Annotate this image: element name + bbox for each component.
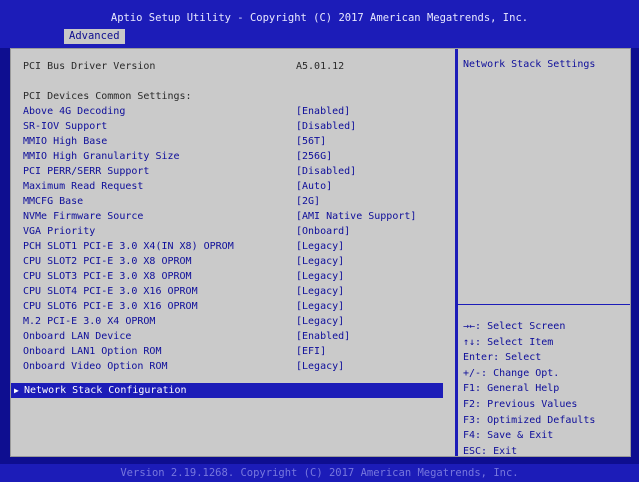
help-title: Network Stack Settings: [463, 59, 596, 70]
setting-row[interactable]: PCI PERR/SERR Support [Disabled]: [23, 164, 453, 179]
setting-value[interactable]: [Disabled]: [296, 164, 356, 179]
key-help-item: →←: Select Screen: [463, 321, 566, 332]
setting-value[interactable]: [2G]: [296, 194, 320, 209]
setting-label[interactable]: MMIO High Granularity Size: [23, 149, 180, 164]
setting-row[interactable]: NVMe Firmware Source [AMI Native Support…: [23, 209, 453, 224]
key-help-item: Enter: Select: [463, 352, 542, 364]
setting-label[interactable]: CPU SLOT4 PCI-E 3.0 X16 OPROM: [23, 284, 198, 299]
setting-label[interactable]: PCI PERR/SERR Support: [23, 164, 149, 179]
section-heading: PCI Devices Common Settings:: [23, 91, 192, 102]
setting-row[interactable]: CPU SLOT2 PCI-E 3.0 X8 OPROM [Legacy]: [23, 254, 453, 269]
setting-row[interactable]: CPU SLOT4 PCI-E 3.0 X16 OPROM [Legacy]: [23, 284, 453, 299]
help-divider: [458, 304, 630, 305]
setting-value[interactable]: [Onboard]: [296, 224, 350, 239]
setting-value[interactable]: [EFI]: [296, 344, 326, 359]
setting-value[interactable]: [Enabled]: [296, 329, 350, 344]
setting-row[interactable]: CPU SLOT6 PCI-E 3.0 X16 OPROM [Legacy]: [23, 299, 453, 314]
setting-label[interactable]: MMCFG Base: [23, 194, 83, 209]
setting-row[interactable]: PCH SLOT1 PCI-E 3.0 X4(IN X8) OPROM [Leg…: [23, 239, 453, 254]
section-heading-row: PCI Devices Common Settings:: [23, 89, 453, 104]
key-help-item: F2: Previous Values: [463, 398, 578, 410]
setting-row[interactable]: M.2 PCI-E 3.0 X4 OPROM [Legacy]: [23, 314, 453, 329]
setting-value[interactable]: [AMI Native Support]: [296, 209, 416, 224]
key-help-list: →←: Select Screen ↑↓: Select Item Enter:…: [463, 319, 595, 459]
pci-bus-driver-version-row: PCI Bus Driver Version A5.01.12: [23, 59, 453, 74]
setting-label[interactable]: Onboard LAN1 Option ROM: [23, 344, 161, 359]
setting-value[interactable]: [Legacy]: [296, 269, 344, 284]
setting-value[interactable]: [Legacy]: [296, 254, 344, 269]
title-bar: Aptio Setup Utility - Copyright (C) 2017…: [0, 0, 639, 48]
setting-row[interactable]: Onboard LAN Device [Enabled]: [23, 329, 453, 344]
setting-row[interactable]: CPU SLOT3 PCI-E 3.0 X8 OPROM [Legacy]: [23, 269, 453, 284]
setting-row[interactable]: MMIO High Granularity Size [256G]: [23, 149, 453, 164]
setting-label[interactable]: CPU SLOT3 PCI-E 3.0 X8 OPROM: [23, 269, 192, 284]
setup-panel: PCI Bus Driver Version A5.01.12 PCI Devi…: [10, 48, 631, 457]
setting-row[interactable]: Above 4G Decoding [Enabled]: [23, 104, 453, 119]
setting-row[interactable]: Onboard Video Option ROM [Legacy]: [23, 359, 453, 374]
app-title: Aptio Setup Utility - Copyright (C) 2017…: [110, 12, 529, 24]
setting-value[interactable]: [Enabled]: [296, 104, 350, 119]
setting-label[interactable]: PCH SLOT1 PCI-E 3.0 X4(IN X8) OPROM: [23, 239, 234, 254]
setting-label[interactable]: Onboard Video Option ROM: [23, 359, 168, 374]
key-help-item: F4: Save & Exit: [463, 430, 554, 442]
setting-row[interactable]: Onboard LAN1 Option ROM [EFI]: [23, 344, 453, 359]
setting-value[interactable]: [Legacy]: [296, 284, 344, 299]
setting-label[interactable]: CPU SLOT6 PCI-E 3.0 X16 OPROM: [23, 299, 198, 314]
tab-advanced[interactable]: Advanced: [64, 29, 125, 44]
setting-value[interactable]: [56T]: [296, 134, 326, 149]
setting-value[interactable]: [Legacy]: [296, 359, 344, 374]
setting-label[interactable]: MMIO High Base: [23, 134, 107, 149]
key-help-item: ESC: Exit: [463, 445, 518, 457]
setting-label[interactable]: NVMe Firmware Source: [23, 209, 143, 224]
info-label: PCI Bus Driver Version: [23, 61, 156, 72]
key-help-item: ↑↓: Select Item: [463, 336, 554, 348]
setting-row[interactable]: VGA Priority [Onboard]: [23, 224, 453, 239]
key-help-item: F3: Optimized Defaults: [463, 414, 596, 426]
setting-label[interactable]: Maximum Read Request: [23, 179, 143, 194]
setting-label[interactable]: Onboard LAN Device: [23, 329, 131, 344]
setting-label[interactable]: SR-IOV Support: [23, 119, 107, 134]
setting-value[interactable]: [Legacy]: [296, 239, 344, 254]
setting-row[interactable]: MMCFG Base [2G]: [23, 194, 453, 209]
key-help-item: F1: General Help: [463, 383, 560, 395]
footer-version: Version 2.19.1268. Copyright (C) 2017 Am…: [0, 464, 639, 482]
setting-value[interactable]: [256G]: [296, 149, 332, 164]
submenu-label: Network Stack Configuration: [24, 385, 187, 396]
setting-value[interactable]: [Disabled]: [296, 119, 356, 134]
info-value: A5.01.12: [296, 61, 345, 72]
network-stack-configuration-item[interactable]: ▶ Network Stack Configuration: [11, 383, 443, 398]
setting-label[interactable]: VGA Priority: [23, 224, 95, 239]
setting-row[interactable]: MMIO High Base [56T]: [23, 134, 453, 149]
setting-label[interactable]: M.2 PCI-E 3.0 X4 OPROM: [23, 314, 155, 329]
setting-label[interactable]: Above 4G Decoding: [23, 104, 125, 119]
setting-value[interactable]: [Legacy]: [296, 314, 344, 329]
setting-value[interactable]: [Auto]: [296, 179, 332, 194]
setting-row[interactable]: SR-IOV Support [Disabled]: [23, 119, 453, 134]
key-help-item: +/-: Change Opt.: [463, 367, 560, 379]
submenu-arrow-icon: ▶: [14, 386, 19, 395]
setting-label[interactable]: CPU SLOT2 PCI-E 3.0 X8 OPROM: [23, 254, 192, 269]
panel-divider: [455, 49, 458, 456]
setting-value[interactable]: [Legacy]: [296, 299, 344, 314]
setting-row[interactable]: Maximum Read Request [Auto]: [23, 179, 453, 194]
